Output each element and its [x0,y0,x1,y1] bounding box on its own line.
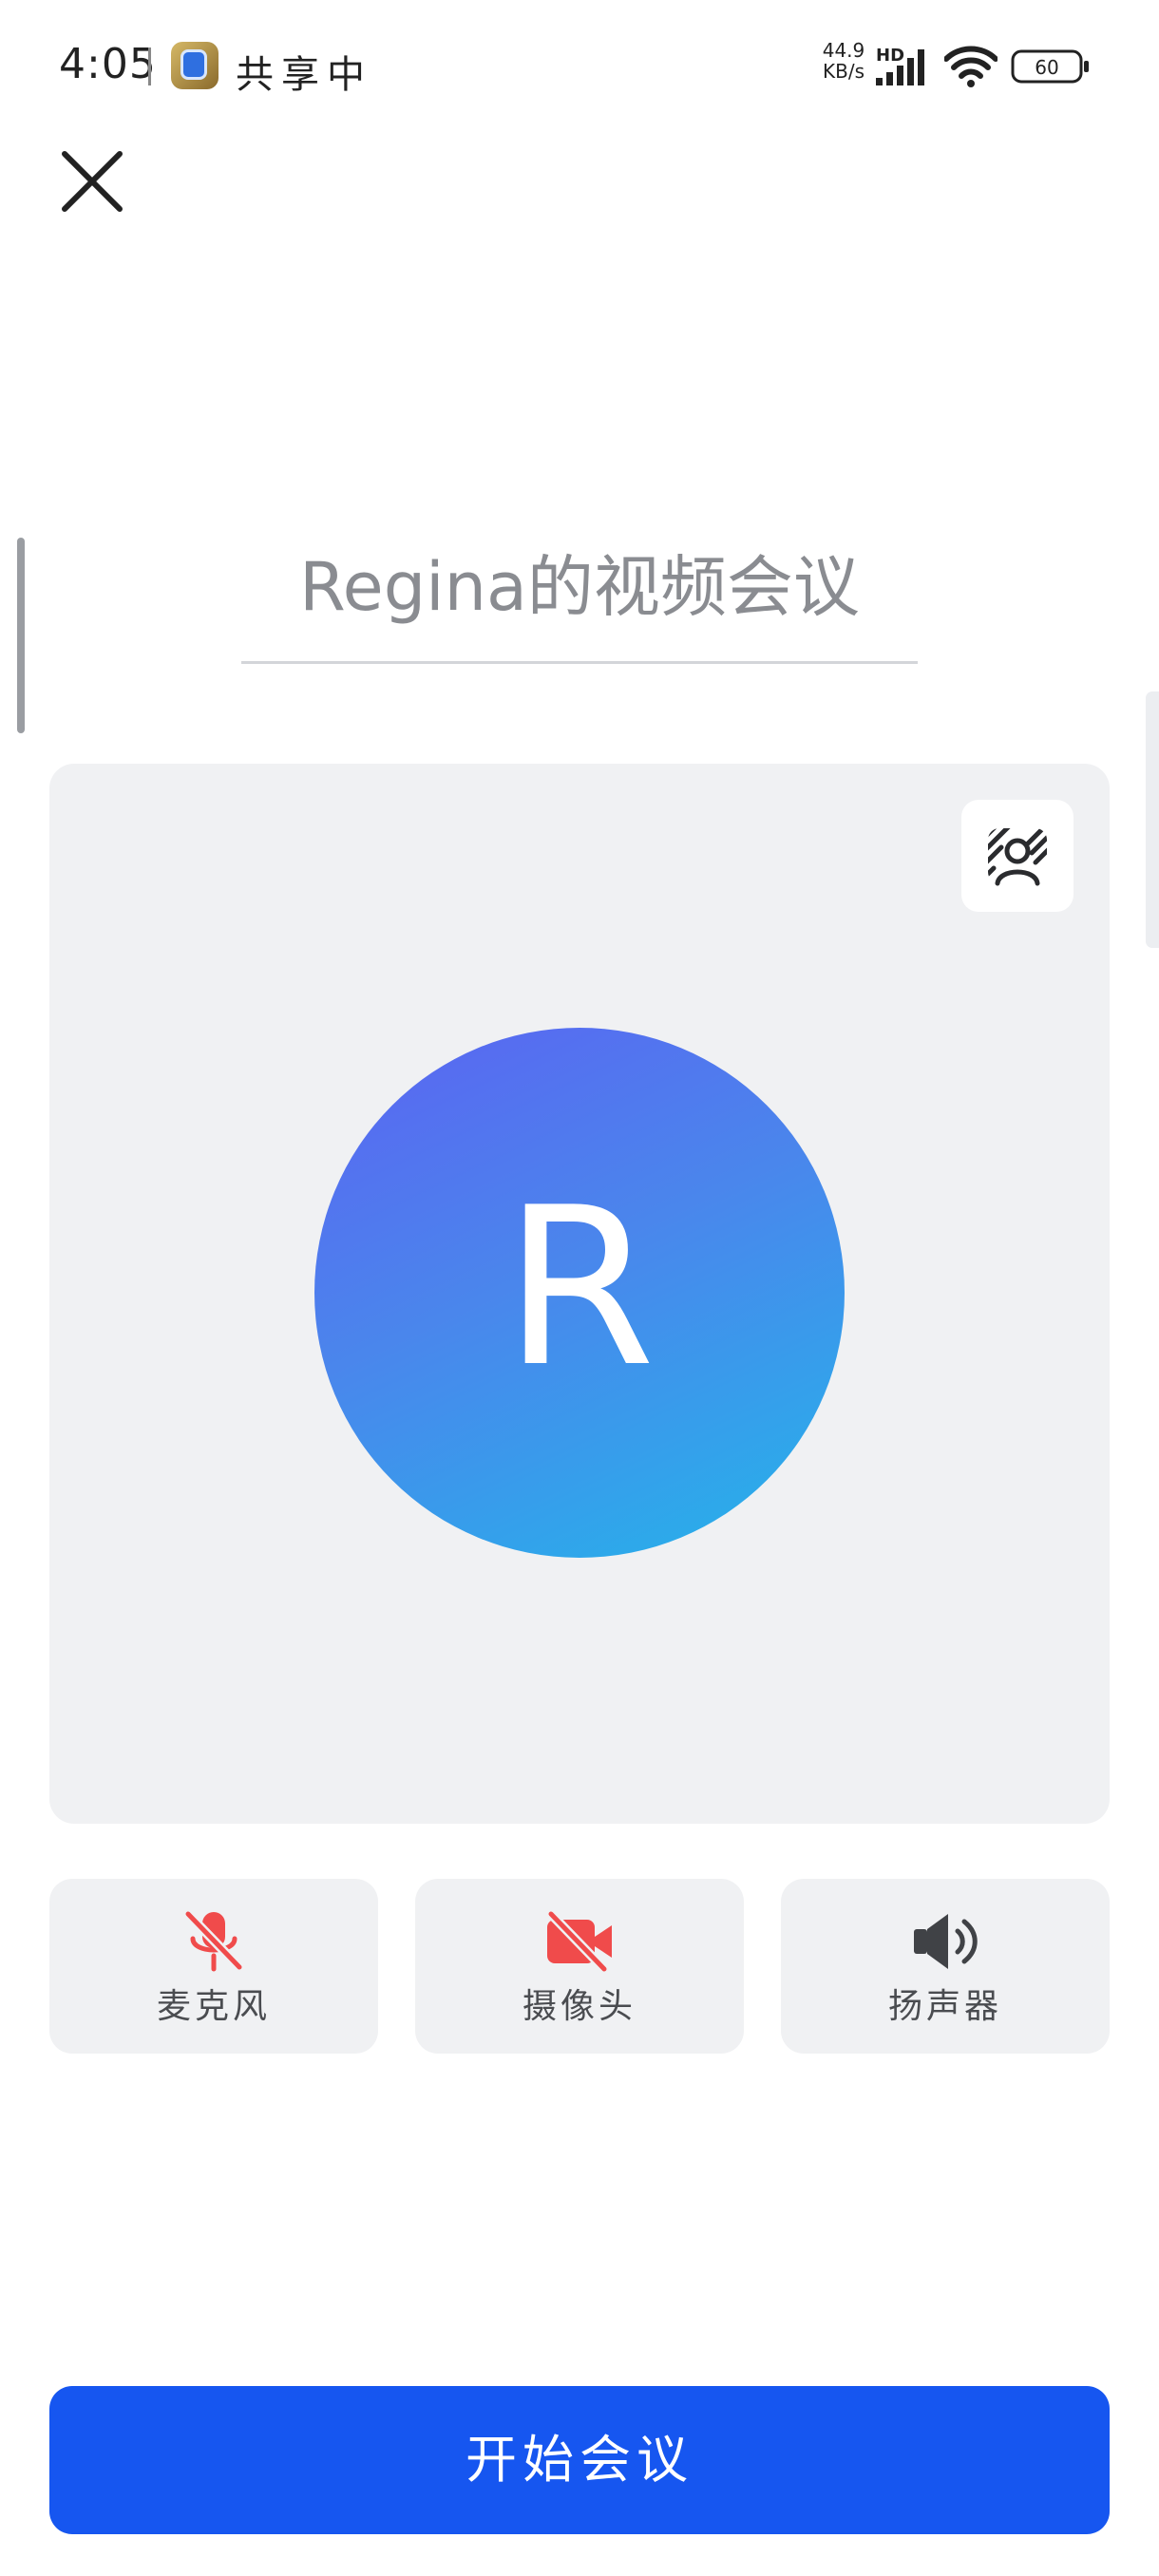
close-button[interactable] [59,148,125,215]
microphone-toggle[interactable]: 麦克风 [49,1879,378,2054]
edge-handle[interactable] [1146,691,1159,948]
camera-off-icon [546,1909,612,1974]
title-underline [241,661,918,664]
signal-icon [876,49,924,85]
status-sharing-text: 共享中 [236,53,372,97]
status-divider [148,47,151,85]
network-speed-value: 44.9 [822,39,865,62]
network-speed: 44.9 KB/s [821,40,866,82]
screen-share-app-icon [171,42,218,89]
speaker-toggle[interactable]: 扬声器 [781,1879,1110,2054]
battery-icon: 60 [1011,49,1089,84]
microphone-label: 麦克风 [156,1987,271,2026]
video-preview: R [49,764,1110,1824]
camera-toggle[interactable]: 摄像头 [415,1879,744,2054]
device-controls: 麦克风 摄像头 扬声器 [49,1879,1110,2054]
speaker-icon [914,1914,978,1969]
speaker-label: 扬声器 [887,1987,1002,2026]
scroll-indicator [17,538,25,733]
meeting-title-input[interactable]: Regina的视频会议 [241,540,918,635]
virtual-background-button[interactable] [961,800,1074,912]
battery-level: 60 [1035,56,1058,79]
microphone-off-icon [183,1909,244,1972]
virtual-background-icon [988,828,1047,886]
avatar: R [314,1028,845,1558]
avatar-initial: R [504,1162,656,1415]
start-meeting-button[interactable]: 开始会议 [49,2386,1110,2534]
status-time: 4:05 [59,40,157,88]
network-speed-unit: KB/s [823,60,864,83]
camera-label: 摄像头 [522,1987,636,2026]
wifi-icon [944,46,998,87]
status-bar: 4:05 共享中 44.9 KB/s HD 60 [0,0,1159,133]
